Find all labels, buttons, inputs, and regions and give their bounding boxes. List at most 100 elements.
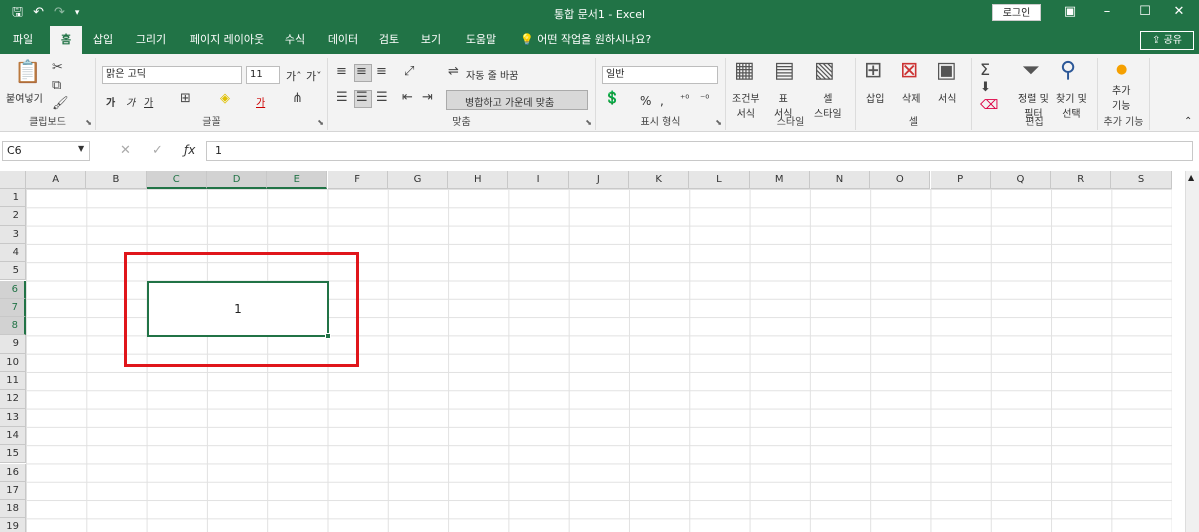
row-header-15[interactable]: 15 (0, 445, 26, 464)
row-header-4[interactable]: 4 (0, 243, 26, 263)
wrap-text-button[interactable]: 자동 줄 바꿈 (466, 67, 518, 82)
login-button[interactable]: 로그인 (992, 4, 1041, 21)
format-table-icon[interactable]: ▤ (774, 58, 795, 83)
decrease-font-icon[interactable]: 가ˇ (306, 68, 322, 84)
column-header-d[interactable]: D (206, 171, 268, 189)
column-header-g[interactable]: G (387, 171, 449, 189)
tab-review[interactable]: 검토 (372, 26, 406, 54)
currency-icon[interactable]: 💲 (604, 91, 620, 106)
row-header-9[interactable]: 9 (0, 335, 26, 354)
row-header-19[interactable]: 19 (0, 518, 26, 532)
column-header-m[interactable]: M (749, 171, 810, 189)
column-header-p[interactable]: P (930, 171, 991, 189)
insert-cells-button[interactable]: 삽입 (866, 90, 884, 105)
sort-filter-icon[interactable]: ⏷ (1022, 58, 1040, 83)
clipboard-launcher-icon[interactable]: ⬊ (85, 118, 92, 127)
column-header-e[interactable]: E (267, 171, 328, 189)
tab-help[interactable]: 도움말 (458, 26, 504, 54)
column-header-q[interactable]: Q (990, 171, 1052, 189)
row-header-3[interactable]: 3 (0, 225, 26, 244)
alignment-launcher-icon[interactable]: ⬊ (585, 118, 592, 127)
tab-insert[interactable]: 삽입 (86, 26, 120, 54)
ribbon-display-icon[interactable]: ▣ (1055, 3, 1085, 21)
conditional-format-icon[interactable]: ▦ (734, 58, 755, 83)
row-header-18[interactable]: 18 (0, 500, 26, 519)
fill-color-icon[interactable]: ◈ (220, 91, 230, 106)
font-name-select[interactable]: 맑은 고딕 (102, 66, 242, 84)
share-button[interactable]: ⇪ 공유 (1140, 31, 1194, 50)
save-icon[interactable]: 🖫 (12, 4, 23, 22)
collapse-ribbon-icon[interactable]: ⌃ (1184, 116, 1192, 127)
phonetic-icon[interactable]: ⋔ (292, 91, 303, 106)
row-header-1[interactable]: 1 (0, 189, 26, 208)
tab-data[interactable]: 데이터 (320, 26, 366, 54)
enter-icon[interactable]: ✓ (152, 143, 163, 158)
column-header-f[interactable]: F (327, 171, 388, 189)
row-header-14[interactable]: 14 (0, 426, 26, 446)
row-header-5[interactable]: 5 (0, 262, 26, 281)
wrap-text-icon[interactable]: ⇌ (448, 64, 459, 79)
tab-home[interactable]: 홈 (50, 26, 82, 54)
row-header-8[interactable]: 8 (0, 317, 26, 336)
format-cells-icon[interactable]: ▣ (936, 58, 957, 83)
increase-indent-icon[interactable]: ⇥ (422, 90, 433, 105)
column-header-l[interactable]: L (689, 171, 750, 189)
row-header-6[interactable]: 6 (0, 280, 26, 299)
align-bottom-icon[interactable]: ≡ (376, 64, 387, 79)
paste-button[interactable]: 붙여넣기 (6, 90, 43, 105)
align-top-icon[interactable]: ≡ (336, 64, 347, 79)
increase-decimal-icon[interactable]: ⁺⁰ (680, 94, 689, 105)
tab-file[interactable]: 파일 (6, 26, 40, 54)
column-header-a[interactable]: A (26, 171, 87, 189)
tab-draw[interactable]: 그리기 (128, 26, 174, 54)
merge-center-button[interactable]: 병합하고 가운데 맞춤 (446, 90, 588, 110)
decrease-indent-icon[interactable]: ⇤ (402, 90, 413, 105)
close-icon[interactable]: ✕ (1164, 3, 1194, 21)
row-header-10[interactable]: 10 (0, 353, 26, 372)
redo-icon[interactable]: ↷ (54, 4, 65, 22)
font-size-select[interactable]: 11 (246, 66, 280, 84)
insert-function-icon[interactable]: ƒx (184, 143, 195, 157)
addins-icon[interactable]: ● (1116, 62, 1127, 77)
column-header-s[interactable]: S (1111, 171, 1172, 189)
delete-cells-icon[interactable]: ⊠ (900, 58, 918, 83)
column-header-r[interactable]: R (1051, 171, 1112, 189)
minimize-icon[interactable]: – (1092, 3, 1122, 21)
tell-me-search[interactable]: 💡 어떤 작업을 원하시나요? (520, 26, 651, 54)
copy-icon[interactable]: ⧉ (52, 78, 61, 93)
addins-button[interactable]: 추가 기능 (1112, 82, 1130, 112)
name-box[interactable]: C6 (2, 141, 90, 161)
column-header-h[interactable]: H (448, 171, 509, 189)
clear-icon[interactable]: ⌫ (980, 98, 998, 113)
row-header-17[interactable]: 17 (0, 481, 26, 501)
row-header-16[interactable]: 16 (0, 463, 26, 482)
cell-styles-icon[interactable]: ▧ (814, 58, 835, 83)
customize-qat-icon[interactable]: ▾ (75, 4, 80, 22)
align-center-icon[interactable]: ☰ (356, 90, 368, 105)
delete-cells-button[interactable]: 삭제 (902, 90, 920, 105)
paste-icon[interactable]: 📋 (14, 60, 41, 85)
decrease-decimal-icon[interactable]: ⁻⁰ (700, 94, 709, 105)
tab-view[interactable]: 보기 (414, 26, 448, 54)
align-right-icon[interactable]: ☰ (376, 90, 388, 105)
tab-page-layout[interactable]: 페이지 레이아웃 (182, 26, 272, 54)
format-painter-icon[interactable]: 🖌 (52, 96, 69, 111)
orientation-icon[interactable]: ⤢ (404, 64, 414, 79)
column-header-c[interactable]: C (146, 171, 207, 189)
cut-icon[interactable]: ✂ (52, 60, 63, 75)
select-all-corner[interactable] (0, 171, 26, 189)
italic-button[interactable]: 가 (126, 94, 135, 109)
column-header-b[interactable]: B (86, 171, 147, 189)
row-header-12[interactable]: 12 (0, 390, 26, 409)
bold-button[interactable]: 가 (106, 94, 115, 109)
column-header-n[interactable]: N (809, 171, 871, 189)
row-header-2[interactable]: 2 (0, 207, 26, 226)
percent-button[interactable]: % (640, 94, 651, 108)
insert-cells-icon[interactable]: ⊞ (864, 58, 882, 83)
font-color-icon[interactable]: 가 (256, 94, 265, 109)
column-header-o[interactable]: O (870, 171, 931, 189)
column-header-j[interactable]: J (568, 171, 629, 189)
row-header-7[interactable]: 7 (0, 298, 26, 318)
name-box-dropdown-icon[interactable]: ▼ (78, 144, 84, 153)
row-header-11[interactable]: 11 (0, 372, 26, 391)
